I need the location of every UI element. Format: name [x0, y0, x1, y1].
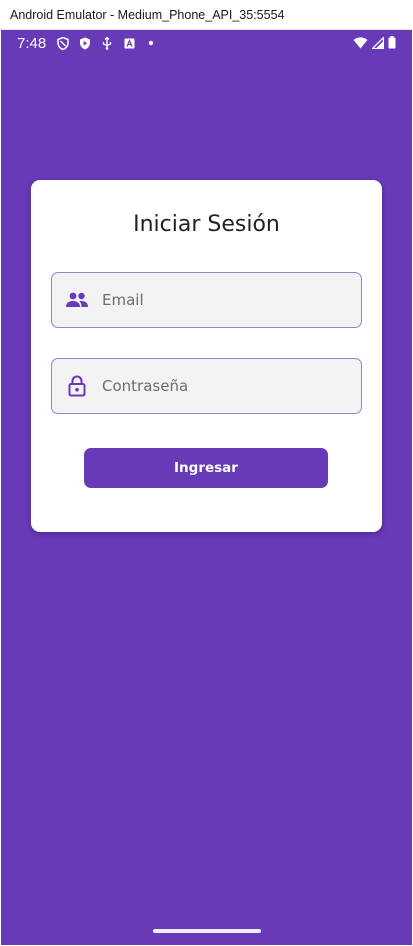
wifi-icon — [353, 34, 368, 53]
status-bar: 7:48 — [1, 30, 412, 56]
shield-icon — [56, 36, 70, 50]
cell-signal-icon — [370, 34, 385, 53]
status-time: 7:48 — [17, 34, 47, 52]
window-title: Android Emulator - Medium_Phone_API_35:5… — [10, 7, 285, 22]
password-input[interactable] — [102, 359, 361, 413]
status-bar-right — [353, 34, 396, 53]
dot-icon — [144, 36, 158, 50]
email-input[interactable] — [102, 273, 361, 327]
password-field[interactable] — [51, 358, 362, 414]
lock-icon — [52, 359, 102, 413]
app-notification-icon — [122, 36, 136, 50]
login-button[interactable]: Ingresar — [84, 448, 328, 488]
status-bar-left: 7:48 — [17, 35, 158, 52]
usb-debug-icon — [100, 36, 114, 50]
gesture-nav-handle[interactable] — [153, 929, 261, 933]
login-title: Iniciar Sesión — [133, 212, 280, 237]
phone-screen: 7:48 Iniciar Sesión Email Ingresar — [1, 30, 412, 945]
battery-icon — [388, 34, 396, 53]
email-field[interactable] — [51, 272, 362, 328]
people-icon — [52, 273, 102, 327]
emulator-titlebar: Android Emulator - Medium_Phone_API_35:5… — [0, 0, 413, 30]
login-card: Iniciar Sesión Ing — [31, 180, 382, 532]
play-protect-icon — [78, 36, 92, 50]
